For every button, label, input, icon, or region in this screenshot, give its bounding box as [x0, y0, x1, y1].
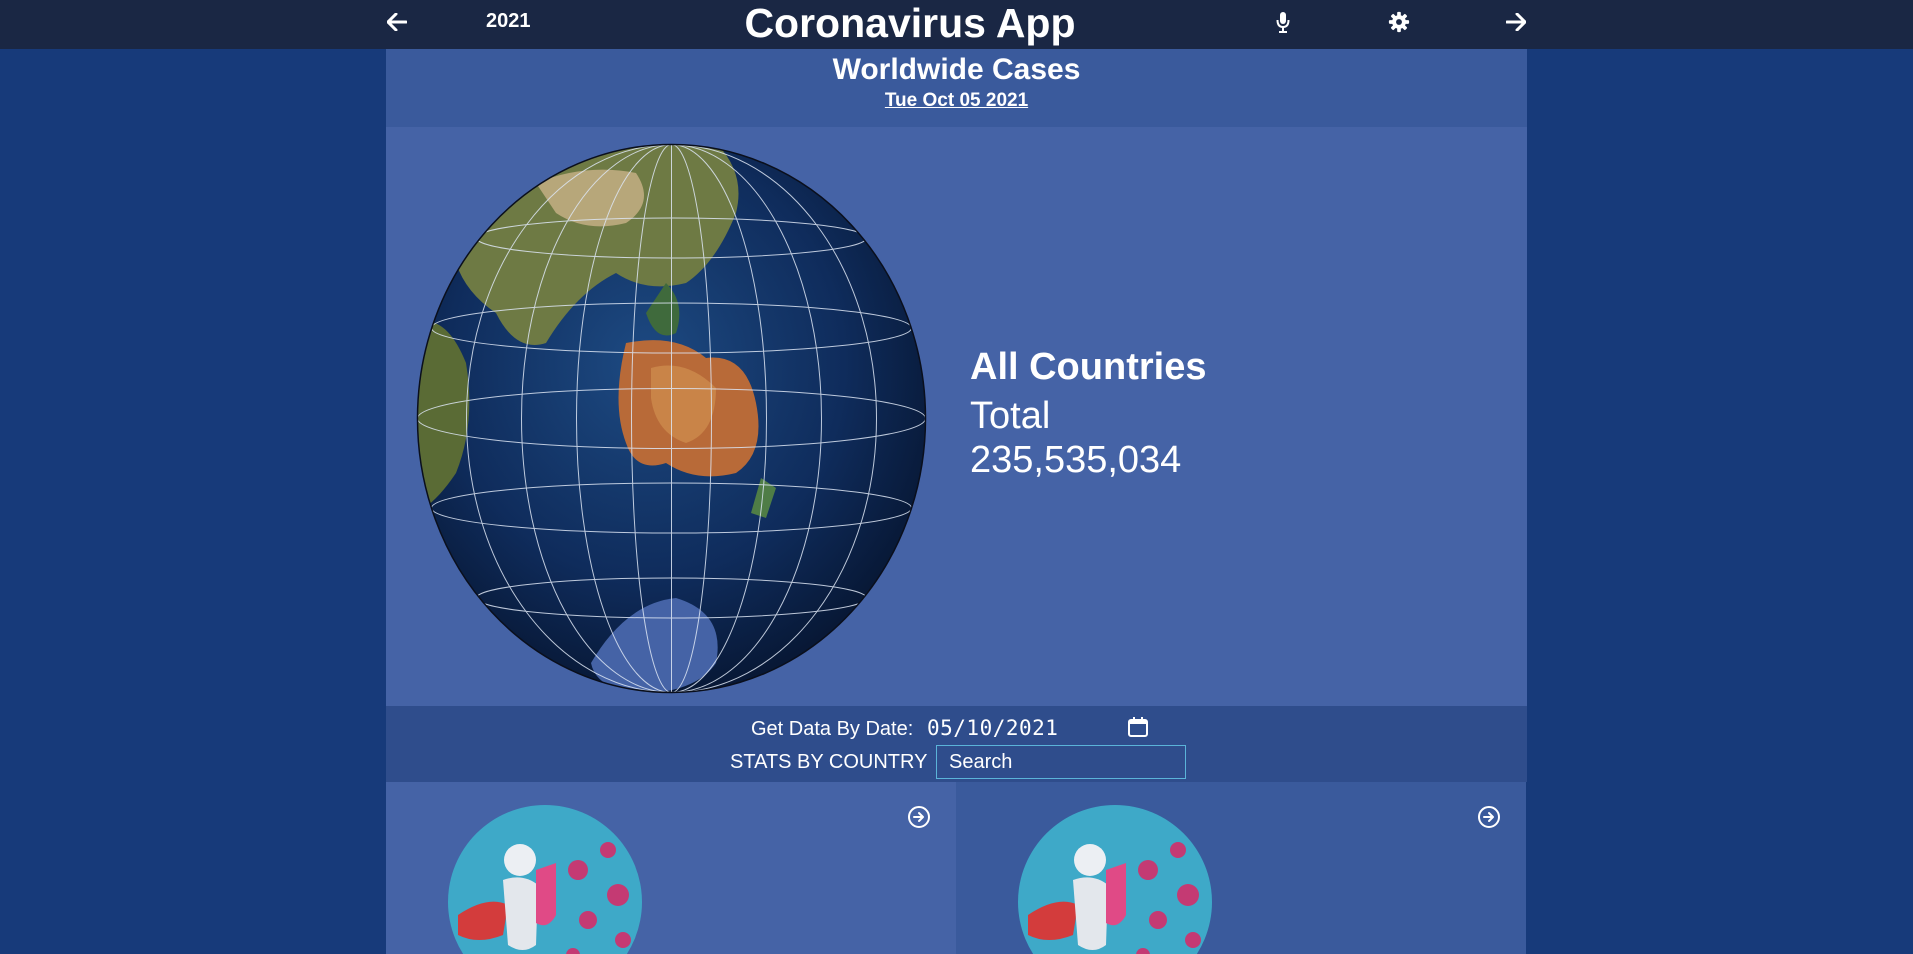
- settings-button[interactable]: [1386, 9, 1412, 35]
- total-cases-value: 235,535,034: [970, 439, 1182, 481]
- country-card[interactable]: [956, 782, 1526, 954]
- open-country-arrow-icon[interactable]: [1477, 805, 1501, 829]
- date-row: Get Data By Date: 05/10/2021: [386, 710, 1527, 744]
- virus-shield-illustration: [1018, 805, 1212, 954]
- virus-shield-illustration: [448, 805, 642, 954]
- date-label: Get Data By Date:: [751, 718, 914, 740]
- globe-map[interactable]: [416, 143, 927, 694]
- open-country-arrow-icon[interactable]: [907, 805, 931, 829]
- back-arrow-button[interactable]: [383, 8, 411, 36]
- arrow-left-icon: [387, 13, 407, 31]
- microphone-icon: [1276, 12, 1290, 33]
- worldwide-header: Worldwide Cases Tue Oct 05 2021: [386, 49, 1527, 127]
- country-card[interactable]: [386, 782, 956, 954]
- year-label: 2021: [486, 10, 531, 32]
- top-bar: 2021 Coronavirus App: [0, 0, 1913, 49]
- page-heading: Worldwide Cases: [832, 53, 1081, 86]
- country-search-input[interactable]: [936, 745, 1186, 779]
- arrow-right-icon: [1506, 13, 1526, 31]
- total-label: Total: [970, 395, 1051, 437]
- current-date-link[interactable]: Tue Oct 05 2021: [386, 89, 1527, 113]
- calendar-icon[interactable]: [1126, 715, 1150, 739]
- gear-icon: [1388, 11, 1410, 33]
- date-input[interactable]: 05/10/2021: [927, 716, 1058, 740]
- globe-section: All Countries Total 235,535,034: [386, 127, 1527, 706]
- region-name: All Countries: [970, 346, 1207, 388]
- forward-arrow-button[interactable]: [1502, 8, 1530, 36]
- app-title: Coronavirus App: [744, 0, 1076, 46]
- stats-by-country-label: STATS BY COUNTRY: [730, 751, 928, 773]
- microphone-button[interactable]: [1270, 9, 1296, 35]
- controls-section: Get Data By Date: 05/10/2021 STATS BY CO…: [386, 706, 1527, 782]
- case-stats: All Countries Total 235,535,034: [970, 344, 1206, 482]
